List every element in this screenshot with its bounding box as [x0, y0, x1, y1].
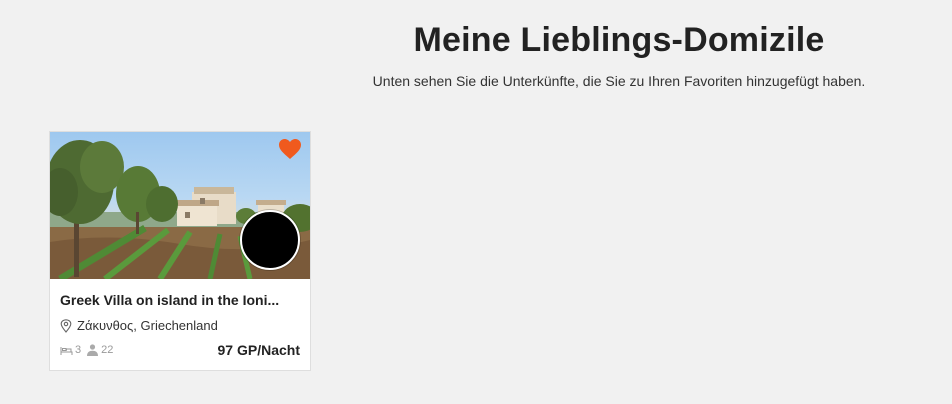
- page-title: Meine Lieblings-Domizile: [413, 21, 825, 59]
- listing-footer: 3 22 97 GP/Nacht: [60, 342, 300, 358]
- bed-icon: [60, 347, 73, 355]
- avatar[interactable]: [240, 210, 300, 270]
- location-text: Ζάκυνθος, Griechenland: [77, 318, 218, 333]
- listing-location: Ζάκυνθος, Griechenland: [60, 318, 300, 334]
- listing-title[interactable]: Greek Villa on island in the Ioni...: [60, 291, 300, 309]
- listing-photo[interactable]: [50, 132, 310, 279]
- page-header: Meine Lieblings-Domizile Unten sehen Sie…: [330, 18, 908, 90]
- map-pin-icon: [60, 319, 72, 333]
- bedrooms-count: 3: [75, 344, 82, 356]
- guests-count: 22: [101, 344, 114, 356]
- favorite-card[interactable]: Greek Villa on island in the Ioni... Ζάκ…: [49, 131, 311, 371]
- person-icon: [87, 344, 99, 356]
- guests-info: 22: [86, 344, 113, 356]
- capacity-info: 3 22: [60, 344, 118, 356]
- listing-price: 97 GP/Nacht: [217, 342, 300, 358]
- bedrooms-info: 3: [60, 344, 81, 356]
- favorite-toggle-button[interactable]: [278, 138, 302, 160]
- heart-icon: [279, 139, 301, 159]
- page-subtitle: Unten sehen Sie die Unterkünfte, die Sie…: [372, 73, 866, 89]
